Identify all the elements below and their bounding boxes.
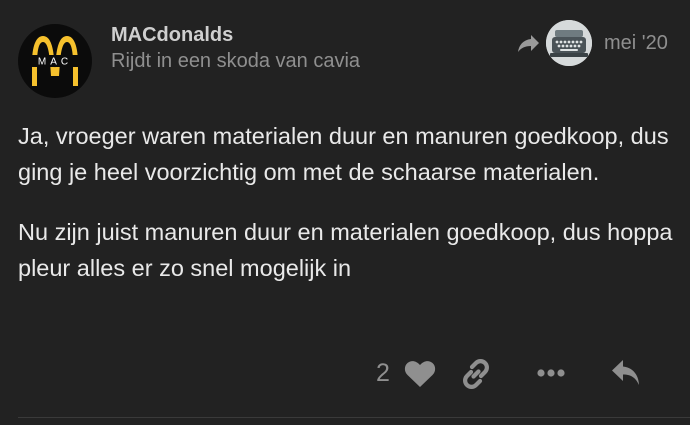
like-count[interactable]: 2 [376,356,390,390]
reply-to-avatar[interactable] [546,20,592,66]
reply-to-indicator[interactable] [516,20,592,66]
ellipsis-icon[interactable] [536,366,566,380]
post-content: Ja, vroeger waren materialen duur en man… [18,118,678,310]
typewriter-icon [546,20,592,66]
mcdonalds-logo-icon: MAC [21,36,89,86]
user-avatar[interactable]: MAC [18,24,92,98]
link-icon[interactable] [460,358,492,390]
post-divider [18,417,690,418]
heart-icon[interactable] [404,360,436,388]
forum-post: MAC MACdonalds Rijdt in een skoda van ca… [0,0,690,425]
post-date[interactable]: mei '20 [604,30,668,56]
post-paragraph: Nu zijn juist manuren duur en materialen… [18,219,673,281]
avatar-logo-text: MAC [38,57,72,68]
reply-arrow-icon [518,35,539,52]
user-title: Rijdt in een skoda van cavia [111,50,361,72]
reply-icon[interactable] [610,358,642,388]
post-paragraph: Ja, vroeger waren materialen duur en man… [18,123,669,185]
username[interactable]: MACdonalds [111,22,233,48]
